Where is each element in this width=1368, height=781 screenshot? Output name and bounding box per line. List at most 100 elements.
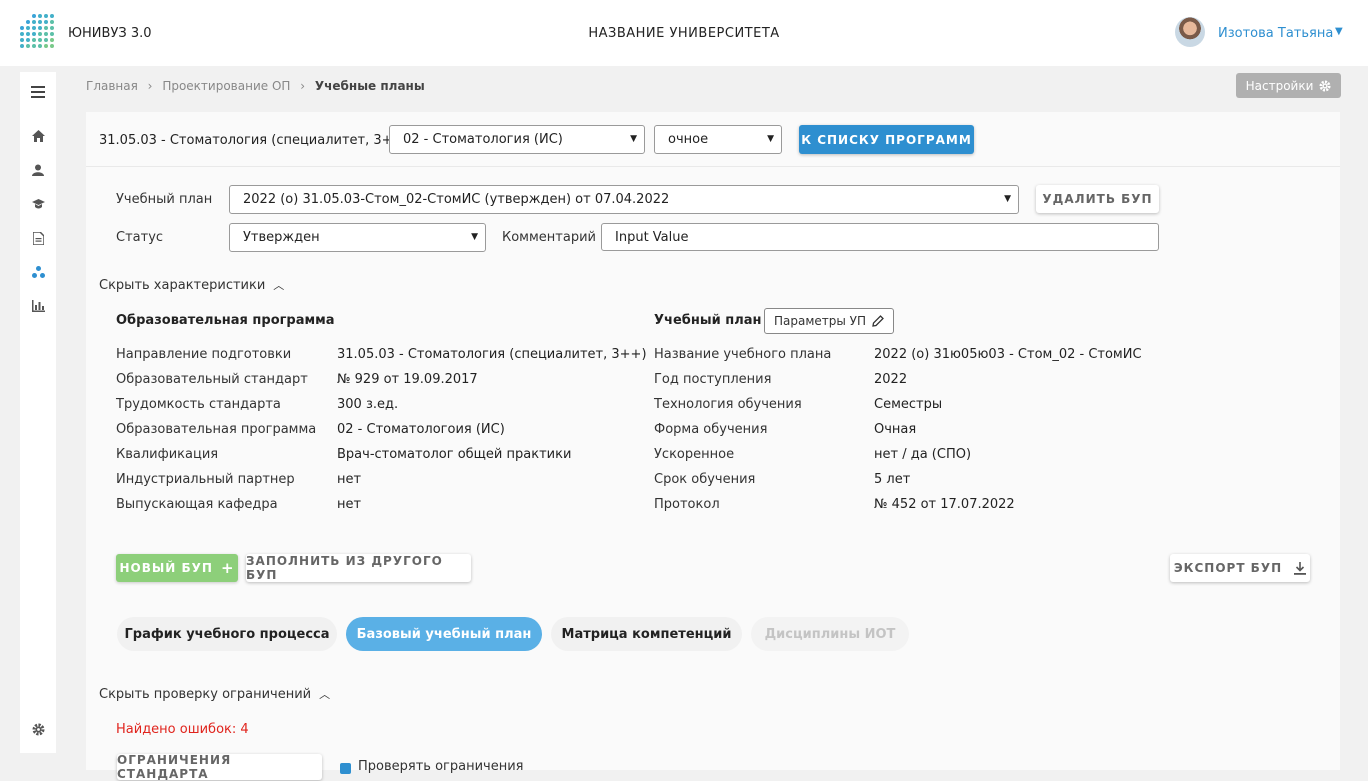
detail-value: нет / да (СПО) [874,447,972,462]
study-plan-section-title: Учебный план [654,313,762,328]
standard-constraints-button[interactable]: ОГРАНИЧЕНИЯ СТАНДАРТА [117,753,322,781]
user-menu-caret-icon[interactable]: ▼ [1335,26,1343,37]
settings-button[interactable]: Настройки [1236,73,1341,98]
detail-key: Форма обучения [654,422,768,437]
tab-schedule[interactable]: График учебного процесса [117,617,337,651]
comment-label: Комментарий [502,230,596,245]
sidebar [20,72,56,753]
plan-params-button[interactable]: Параметры УП [764,308,894,334]
delete-plan-button[interactable]: УДАЛИТЬ БУП [1036,185,1159,213]
logo-dot [32,14,36,18]
download-icon [1294,561,1307,575]
logo-dot [44,14,48,18]
logo-dot [20,44,24,48]
status-select[interactable]: Утвержден ▼ [229,223,486,252]
study-form-select[interactable]: очное ▼ [654,125,782,154]
export-plan-button[interactable]: ЭКСПОРТ БУП [1170,554,1310,582]
detail-key: Образовательная программа [116,422,317,437]
hide-characteristics-label: Скрыть характеристики [99,278,266,293]
detail-value: Очная [874,422,917,437]
comment-input-value: Input Value [615,229,689,245]
menu-icon[interactable] [20,86,56,102]
breadcrumb-home[interactable]: Главная [86,79,138,93]
hide-characteristics-toggle[interactable]: Скрыть характеристики ︿ [99,277,284,293]
profile-select-value: 02 - Стоматология (ИС) [403,132,563,147]
home-icon[interactable] [20,130,56,146]
detail-value: 5 лет [874,472,911,487]
status-label: Статус [116,230,164,245]
gear-icon [1319,79,1331,92]
caret-down-icon: ▼ [630,134,637,144]
detail-value: 2022 [874,372,908,387]
hide-constraints-toggle[interactable]: Скрыть проверку ограничений ︿ [99,686,330,702]
detail-key: Индустриальный партнер [116,472,295,487]
detail-key: Ускоренное [654,447,735,462]
divider [86,166,1340,167]
structure-icon[interactable] [20,266,56,282]
edu-program-section-title: Образовательная программа [116,313,335,328]
new-plan-button[interactable]: НОВЫЙ БУП + [116,554,238,582]
report-chart-icon[interactable] [20,300,56,316]
caret-down-icon: ▼ [767,134,774,144]
university-name: НАЗВАНИЕ УНИВЕРСИТЕТА [588,26,780,41]
logo-dot [26,20,30,24]
breadcrumb-design-op[interactable]: Проектирование ОП [162,79,290,93]
detail-value: 300 з.ед. [337,397,399,412]
study-form-select-value: очное [668,132,709,147]
breadcrumb-current: Учебные планы [314,79,425,93]
detail-key: Направление подготовки [116,347,292,362]
check-constraints-checkbox[interactable] [340,763,351,774]
detail-key: Название учебного плана [654,347,832,362]
detail-key: Квалификация [116,447,219,462]
user-name[interactable]: Изотова Татьяна [1218,26,1333,41]
plan-select[interactable]: 2022 (о) 31.05.03-Стом_02-СтомИС (утверж… [229,185,1019,214]
logo-dot [44,20,48,24]
chevron-up-icon: ︿ [319,688,331,701]
plan-params-label: Параметры УП [773,314,866,328]
hide-constraints-label: Скрыть проверку ограничений [99,687,312,702]
gear-icon[interactable] [20,723,56,740]
detail-key: Технология обучения [654,397,802,412]
logo-dot [32,44,36,48]
detail-value: 2022 (о) 31ю05ю03 - Стом_02 - СтомИС [874,347,1142,362]
logo-dot [32,20,36,24]
fill-from-other-plan-button[interactable]: ЗАПОЛНИТЬ ИЗ ДРУГОГО БУП [246,554,471,582]
logo-dot [26,44,30,48]
tab-competency-matrix[interactable]: Матрица компетенций [551,617,742,651]
graduation-cap-icon[interactable] [20,198,56,214]
top-bar: ЮНИВУЗ 3.0 НАЗВАНИЕ УНИВЕРСИТЕТА Изотова… [0,0,1368,66]
detail-value: 02 - Стоматологоия (ИС) [337,422,505,437]
detail-value: 31.05.03 - Стоматология (специалитет, 3+… [337,347,647,362]
status-select-value: Утвержден [243,230,320,245]
comment-input[interactable]: Input Value [601,223,1159,251]
detail-key: Протокол [654,497,720,512]
logo-dot [50,14,54,18]
check-constraints-label: Проверять ограничения [358,759,524,774]
user-icon[interactable] [20,164,56,180]
user-avatar[interactable] [1175,17,1205,47]
pencil-icon [872,315,884,327]
detail-value: № 929 от 19.09.2017 [337,372,478,387]
logo-dot [50,20,54,24]
detail-value: № 452 от 17.07.2022 [874,497,1015,512]
document-icon[interactable] [20,231,56,249]
detail-key: Трудомкость стандарта [116,397,281,412]
detail-key: Образовательный стандарт [116,372,308,387]
logo-dot [44,44,48,48]
logo-dot [38,44,42,48]
caret-down-icon: ▼ [1004,194,1011,204]
breadcrumb-separator: › [300,79,306,93]
plan-select-value: 2022 (о) 31.05.03-Стом_02-СтомИС (утверж… [243,192,670,207]
breadcrumb: Главная › Проектирование ОП › Учебные пл… [86,79,425,93]
breadcrumb-separator: › [147,79,153,93]
logo-dot [38,14,42,18]
detail-value: Врач-стоматолог общей практики [337,447,572,462]
to-programs-list-button[interactable]: К СПИСКУ ПРОГРАММ [799,125,974,154]
new-plan-label: НОВЫЙ БУП [119,561,213,575]
tab-iot-disciplines: Дисциплины ИОТ [751,617,909,651]
detail-value: Семестры [874,397,943,412]
detail-key: Год поступления [654,372,772,387]
tab-base-plan[interactable]: Базовый учебный план [346,617,542,651]
profile-select[interactable]: 02 - Стоматология (ИС) ▼ [389,125,645,154]
detail-value: нет [337,497,362,512]
